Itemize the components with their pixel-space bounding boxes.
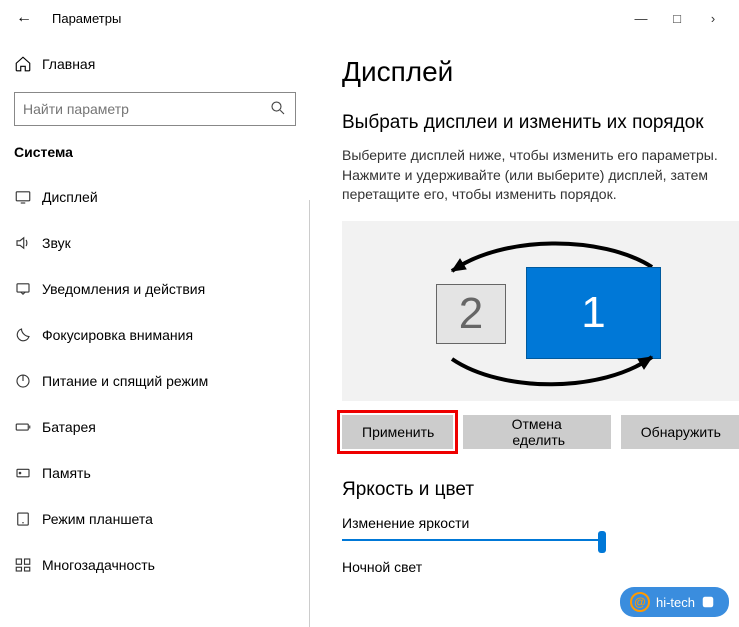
vk-icon — [701, 595, 715, 609]
sidebar-item-tablet[interactable]: Режим планшета — [14, 496, 296, 542]
sidebar-item-notifications[interactable]: Уведомления и действия — [14, 266, 296, 312]
sidebar-item-multitask[interactable]: Многозадачность — [14, 542, 296, 588]
sidebar-item-battery[interactable]: Батарея — [14, 404, 296, 450]
multitask-icon — [14, 556, 42, 574]
sidebar-item-label: Звук — [42, 235, 71, 251]
tablet-icon — [14, 510, 42, 528]
brightness-slider-thumb[interactable] — [598, 531, 606, 553]
sidebar-item-focus[interactable]: Фокусировка внимания — [14, 312, 296, 358]
swap-arrow-bottom-icon — [442, 349, 662, 399]
section-title-arrange: Выбрать дисплеи и изменить их порядок — [342, 112, 739, 134]
sidebar-item-label: Память — [42, 465, 91, 481]
apply-button[interactable]: Применить — [342, 415, 453, 449]
at-icon: @ — [630, 592, 650, 612]
cancel-button[interactable]: Отмена еделить — [463, 415, 611, 449]
storage-icon — [14, 464, 42, 482]
sidebar-item-power[interactable]: Питание и спящий режим — [14, 358, 296, 404]
window-title: Параметры — [52, 11, 121, 26]
section-description: Выберите дисплей ниже, чтобы изменить ег… — [342, 146, 739, 205]
detect-button[interactable]: Обнаружить — [621, 415, 739, 449]
focus-icon — [14, 326, 42, 344]
sidebar-item-label: Питание и спящий режим — [42, 373, 208, 389]
page-title: Дисплей — [342, 56, 739, 88]
search-icon — [269, 99, 287, 120]
sidebar-item-label: Батарея — [42, 419, 96, 435]
monitor-2[interactable]: 2 — [436, 284, 506, 344]
sound-icon — [14, 234, 42, 252]
sidebar-item-label: Многозадачность — [42, 557, 155, 573]
sidebar-home[interactable]: Главная — [14, 46, 296, 82]
notifications-icon — [14, 280, 42, 298]
sidebar-item-label: Уведомления и действия — [42, 281, 205, 297]
sidebar-item-label: Фокусировка внимания — [42, 327, 193, 343]
night-light-label: Ночной свет — [342, 559, 739, 575]
maximize-button[interactable]: □ — [659, 11, 695, 26]
sidebar-item-storage[interactable]: Память — [14, 450, 296, 496]
search-box[interactable] — [14, 92, 296, 126]
battery-icon — [14, 418, 42, 436]
power-icon — [14, 372, 42, 390]
next-button[interactable]: › — [695, 11, 731, 26]
brightness-label: Изменение яркости — [342, 515, 739, 531]
display-arrange-area[interactable]: 2 1 — [342, 221, 739, 401]
brightness-slider[interactable] — [342, 539, 602, 541]
sidebar-home-label: Главная — [42, 56, 95, 72]
sidebar-item-label: Дисплей — [42, 189, 98, 205]
section-title-brightness: Яркость и цвет — [342, 479, 739, 501]
sidebar-item-display[interactable]: Дисплей — [14, 174, 296, 220]
sidebar-item-label: Режим планшета — [42, 511, 153, 527]
search-input[interactable] — [23, 101, 269, 117]
display-icon — [14, 188, 42, 206]
watermark-badge: @ hi-tech — [620, 587, 729, 617]
home-icon — [14, 55, 42, 73]
sidebar-category: Система — [14, 144, 296, 160]
monitor-1[interactable]: 1 — [526, 267, 661, 359]
back-button[interactable]: ← — [8, 9, 40, 27]
watermark-text: hi-tech — [656, 595, 695, 610]
sidebar-item-sound[interactable]: Звук — [14, 220, 296, 266]
minimize-button[interactable]: — — [623, 11, 659, 26]
